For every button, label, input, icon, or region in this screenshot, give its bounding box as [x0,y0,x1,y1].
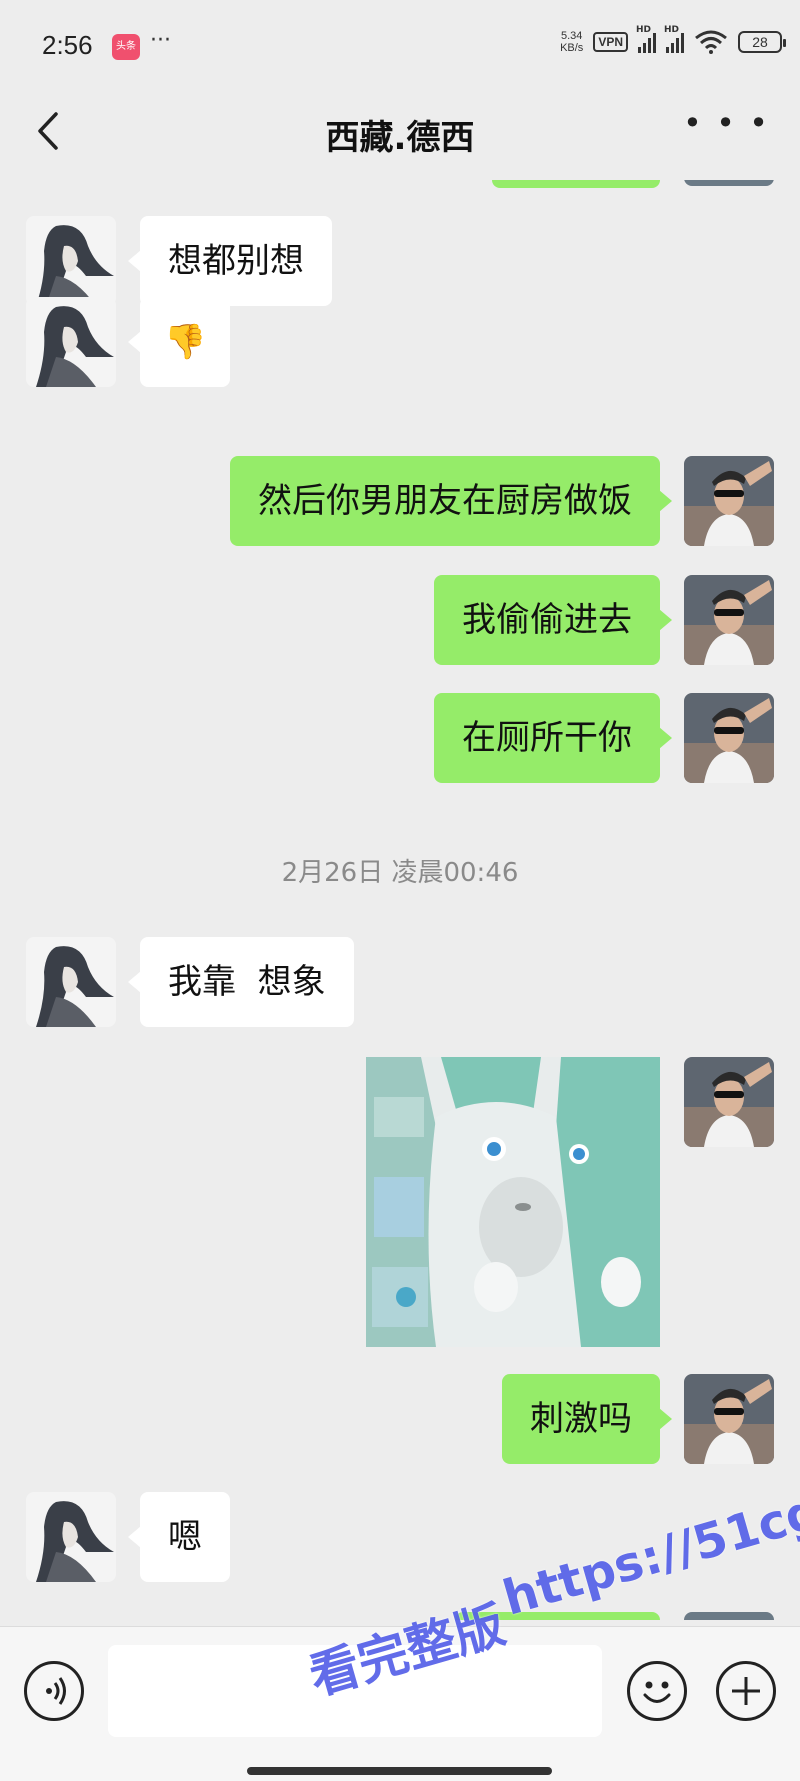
user-avatar[interactable] [684,1374,774,1464]
wifi-icon [695,30,727,54]
more-options-icon[interactable]: • • • [683,104,770,142]
partial-avatar [684,180,774,186]
notification-more: ··· [150,28,171,53]
network-speed: 5.34 KB/s [560,30,583,54]
thumbs-down-icon[interactable]: 👎 [127,297,231,387]
voice-icon[interactable] [24,1661,84,1721]
chat-header: 西藏.德西 • • • [0,90,800,180]
emoji-icon[interactable] [627,1661,687,1721]
user-avatar[interactable] [684,575,774,665]
chat-title: 西藏.德西 [325,118,475,158]
message-bubble-received[interactable]: 想都别想 [128,216,332,306]
partial-avatar [684,1612,774,1620]
status-time: 2:56 [42,30,93,60]
status-bar: 2:56 头条 ··· 5.34 KB/s VPN HD HD 28 [0,0,800,90]
home-indicator[interactable] [247,1767,552,1775]
contact-avatar[interactable] [26,216,116,306]
battery-icon: 28 [738,31,786,53]
message-timestamp: 2月26日 凌晨00:46 [281,858,519,888]
contact-avatar[interactable] [26,937,116,1027]
vpn-icon: VPN [593,32,628,52]
message-bubble-sent[interactable]: 然后你男朋友在厨房做饭 [230,456,672,546]
message-list[interactable]: 想都别想 👎 然后你男朋友在厨房做饭 我偷偷进去 在厕所干你 2月26日 凌晨0… [0,180,800,1620]
signal-icon-2: HD [664,25,684,53]
message-bubble-received[interactable]: 我靠 想象 [128,937,354,1027]
hd-label: HD [636,25,652,35]
signal-icon: HD [636,25,656,53]
user-avatar[interactable] [684,456,774,546]
user-avatar[interactable] [684,693,774,783]
plus-icon[interactable] [716,1661,776,1721]
contact-avatar[interactable] [26,1492,116,1582]
hd-label-2: HD [664,25,680,35]
user-avatar[interactable] [684,1057,774,1147]
status-indicators: 5.34 KB/s VPN HD HD 28 [560,25,786,54]
network-speed-unit: KB/s [560,42,584,54]
rabbid-sticker[interactable] [366,1057,660,1347]
partial-message [492,180,660,188]
contact-avatar[interactable] [26,297,116,387]
app-notification-icon: 头条 [112,34,140,60]
network-speed-value: 5.34 [560,30,583,42]
message-bubble-sent[interactable]: 我偷偷进去 [434,575,672,665]
message-bubble-received[interactable]: 嗯 [128,1492,230,1582]
message-bubble-sent[interactable]: 在厕所干你 [434,693,672,783]
message-bubble-sent[interactable]: 刺激吗 [502,1374,672,1464]
